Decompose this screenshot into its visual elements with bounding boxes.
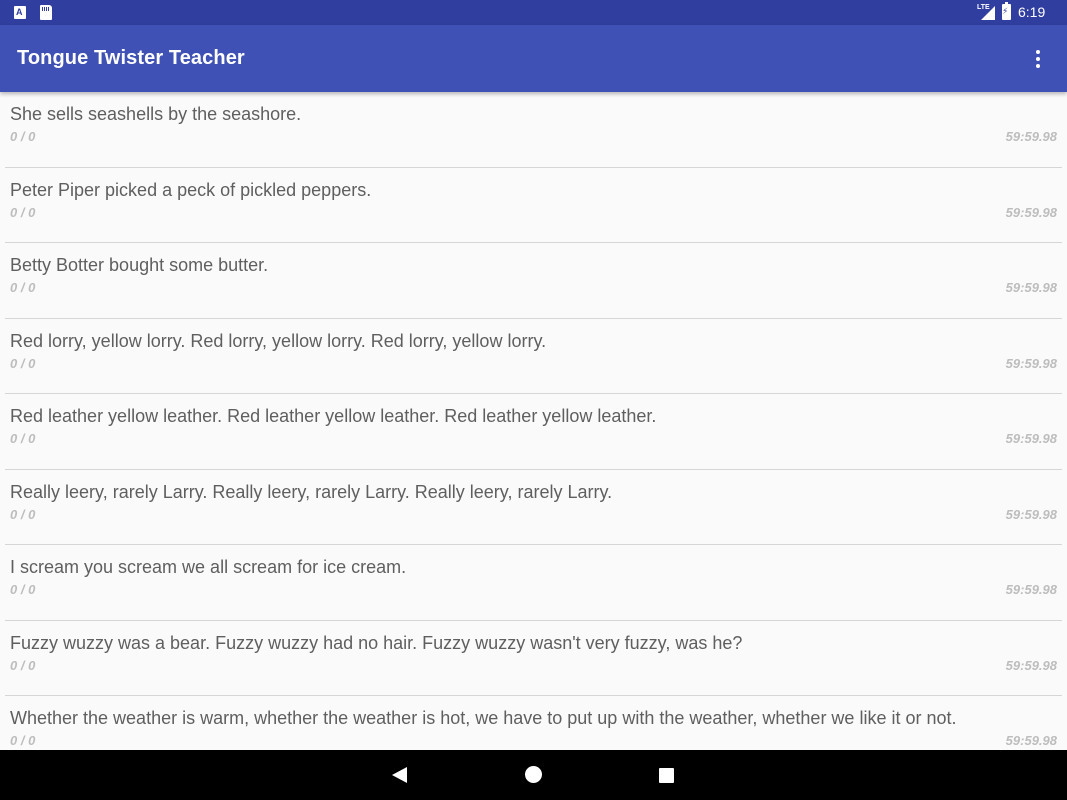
twister-text: Whether the weather is warm, whether the…: [10, 708, 957, 728]
twister-best-time: 59:59.98: [1005, 431, 1057, 446]
navigation-bar: [0, 750, 1067, 800]
status-bar: LTE 6:19: [0, 0, 1067, 25]
list-item[interactable]: Fuzzy wuzzy was a bear. Fuzzy wuzzy had …: [5, 621, 1062, 696]
twister-list[interactable]: She sells seashells by the seashore. 0 /…: [0, 92, 1067, 750]
twister-score: 0 / 0: [10, 129, 36, 144]
twister-text: Fuzzy wuzzy was a bear. Fuzzy wuzzy had …: [10, 632, 743, 653]
status-right-icons: LTE 6:19: [977, 0, 1067, 25]
list-item[interactable]: Betty Botter bought some butter. 0 / 0 5…: [5, 243, 1062, 319]
twister-score: 0 / 0: [10, 204, 36, 220]
twister-text: Really leery, rarely Larry. Really leery…: [10, 481, 613, 502]
list-item[interactable]: Whether the weather is warm, whether the…: [5, 696, 1062, 750]
list-item[interactable]: Red lorry, yellow lorry. Red lorry, yell…: [5, 319, 1062, 394]
back-icon[interactable]: [392, 767, 407, 783]
list-item[interactable]: Red leather yellow leather. Red leather …: [5, 394, 1062, 470]
app-bar: Tongue Twister Teacher: [0, 25, 1067, 92]
twister-text: Peter Piper picked a peck of pickled pep…: [10, 179, 372, 200]
twister-score: 0 / 0: [10, 657, 36, 673]
app-title: Tongue Twister Teacher: [17, 47, 245, 69]
list-item[interactable]: I scream you scream we all scream for ic…: [5, 545, 1062, 621]
twister-text: Red leather yellow leather. Red leather …: [10, 406, 657, 426]
twister-best-time: 59:59.98: [1005, 129, 1057, 144]
twister-best-time: 59:59.98: [1005, 506, 1057, 522]
more-vert-icon[interactable]: [1021, 47, 1049, 75]
twister-text: Betty Botter bought some butter.: [10, 255, 269, 275]
a-notification-icon: [14, 6, 26, 19]
twister-best-time: 59:59.98: [1005, 204, 1057, 220]
twister-score: 0 / 0: [10, 355, 36, 371]
twister-text: She sells seashells by the seashore.: [10, 104, 302, 124]
twister-score: 0 / 0: [10, 431, 36, 446]
sd-card-icon: [40, 5, 52, 20]
signal-icon: [981, 6, 995, 20]
battery-charging-icon: [1002, 2, 1011, 20]
recents-icon[interactable]: [659, 768, 674, 783]
twister-score: 0 / 0: [10, 582, 36, 597]
status-time: 6:19: [1018, 4, 1046, 20]
twister-best-time: 59:59.98: [1005, 355, 1057, 371]
twister-score: 0 / 0: [10, 280, 36, 295]
twister-score: 0 / 0: [10, 733, 36, 748]
list-item[interactable]: Really leery, rarely Larry. Really leery…: [5, 470, 1062, 545]
twister-best-time: 59:59.98: [1005, 582, 1057, 597]
list-item[interactable]: She sells seashells by the seashore. 0 /…: [5, 92, 1062, 168]
home-icon[interactable]: [525, 766, 542, 783]
twister-text: I scream you scream we all scream for ic…: [10, 557, 407, 577]
twister-text: Red lorry, yellow lorry. Red lorry, yell…: [10, 330, 547, 351]
twister-score: 0 / 0: [10, 506, 36, 522]
twister-best-time: 59:59.98: [1005, 280, 1057, 295]
twister-best-time: 59:59.98: [1005, 657, 1057, 673]
twister-best-time: 59:59.98: [1005, 733, 1057, 748]
list-item[interactable]: Peter Piper picked a peck of pickled pep…: [5, 168, 1062, 243]
